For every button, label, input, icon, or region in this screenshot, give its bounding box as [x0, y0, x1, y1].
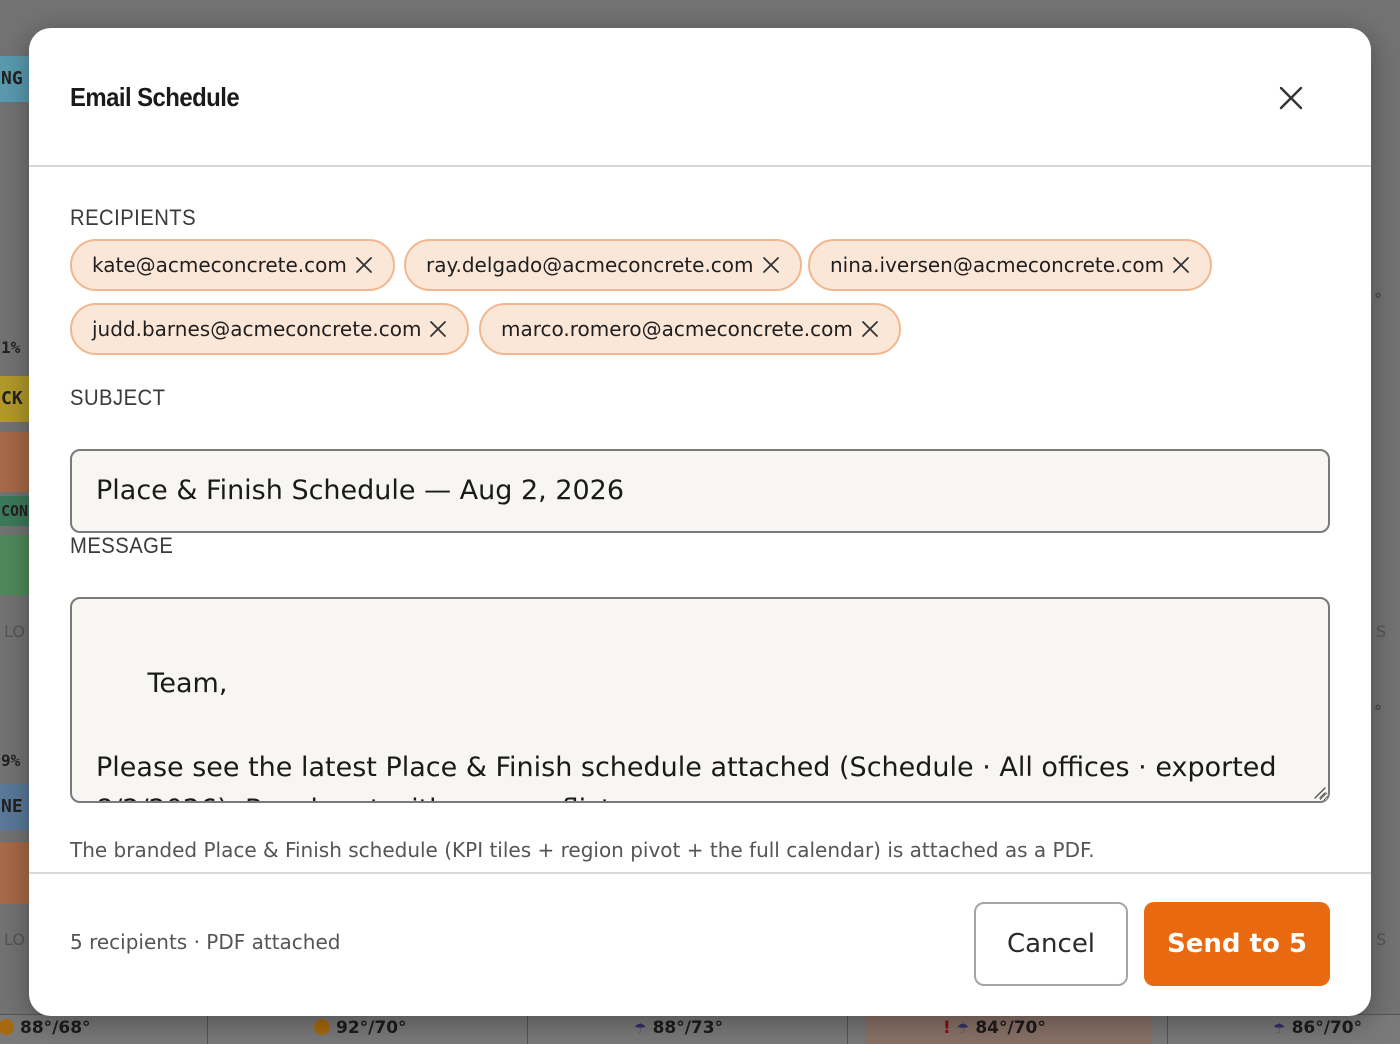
forecast-temp: 92°/70°	[314, 1018, 407, 1038]
background-chip: CK	[0, 376, 30, 422]
forecast-temp: ☂ 86°/70°	[1273, 1018, 1363, 1038]
remove-recipient-button[interactable]	[861, 320, 879, 338]
forecast-temp: 88°/68°	[0, 1018, 91, 1038]
subject-label: SUBJECT	[70, 385, 166, 410]
close-button[interactable]	[1277, 84, 1305, 112]
recipient-chip: ray.delgado@acmeconcrete.com	[404, 239, 802, 291]
background-mark: °	[1374, 702, 1382, 721]
message-textarea[interactable]: Team, Please see the latest Place & Fini…	[70, 597, 1330, 803]
background-forecast-row: 88°/68° 92°/70° ☂ 88°/73° ! ☂ 84°/70° ☂ 86°/…	[0, 1014, 1400, 1044]
cancel-button[interactable]: Cancel	[974, 902, 1128, 986]
recipient-email: kate@acmeconcrete.com	[92, 253, 347, 277]
recipient-email: marco.romero@acmeconcrete.com	[501, 317, 853, 341]
remove-recipient-icon	[430, 321, 447, 337]
message-text: Team, Please see the latest Place & Fini…	[96, 668, 1277, 801]
background-divider	[847, 1014, 848, 1044]
background-block	[0, 535, 30, 595]
remove-recipient-icon	[861, 321, 878, 337]
attachment-note: The branded Place & Finish schedule (KPI…	[70, 838, 1095, 862]
warning-icon: !	[943, 1018, 951, 1038]
background-left-column: NG 1% CK CON LO 9% NE LO	[0, 30, 30, 1014]
background-chip: CON	[0, 496, 30, 526]
resize-grip-icon[interactable]	[1310, 783, 1326, 799]
remove-recipient-button[interactable]	[762, 256, 780, 274]
recipient-chip: kate@acmeconcrete.com	[70, 239, 395, 291]
rain-icon: ☂	[634, 1021, 647, 1037]
forecast-temp: ☂ 88°/73°	[634, 1018, 724, 1038]
remove-recipient-button[interactable]	[429, 320, 447, 338]
background-percent: 9%	[1, 751, 21, 770]
close-icon	[1279, 86, 1303, 110]
background-divider	[207, 1014, 208, 1044]
recipient-chip: nina.iversen@acmeconcrete.com	[808, 239, 1213, 291]
background-right-column: ° S ° S	[1370, 30, 1400, 1014]
dialog-header: Email Schedule	[29, 28, 1371, 167]
message-label: MESSAGE	[70, 533, 174, 558]
background-block	[0, 432, 30, 492]
dialog-footer: 5 recipients · PDF attached Cancel Send …	[29, 872, 1371, 1016]
background-percent: 1%	[1, 338, 21, 357]
background-chip: NG	[0, 56, 30, 102]
sun-icon	[314, 1019, 330, 1035]
subject-input[interactable]: Place & Finish Schedule — Aug 2, 2026	[70, 449, 1330, 533]
recipient-chip: marco.romero@acmeconcrete.com	[479, 303, 901, 355]
remove-recipient-icon	[1173, 257, 1189, 273]
sun-icon	[0, 1019, 14, 1035]
remove-recipient-icon	[762, 257, 779, 273]
send-button[interactable]: Send to 5	[1144, 902, 1330, 986]
background-chip: NE	[0, 784, 30, 830]
rain-icon: ☂	[956, 1021, 970, 1037]
remove-recipient-icon	[355, 257, 372, 273]
background-divider	[1167, 1014, 1168, 1044]
email-schedule-dialog: Email Schedule RECIPIENTS kate@acmeconcr…	[29, 28, 1371, 1016]
rain-icon: ☂	[1273, 1021, 1286, 1037]
footer-status: 5 recipients · PDF attached	[70, 930, 341, 954]
background-mark: S	[1376, 930, 1387, 949]
forecast-temp: ! ☂ 84°/70°	[943, 1018, 1046, 1038]
recipient-email: ray.delgado@acmeconcrete.com	[426, 253, 754, 277]
remove-recipient-button[interactable]	[1172, 256, 1190, 274]
background-mark: °	[1374, 290, 1382, 309]
dialog-title: Email Schedule	[70, 82, 240, 112]
background-label: LO	[4, 930, 25, 949]
background-block	[0, 842, 30, 904]
background-mark: S	[1376, 622, 1387, 641]
recipient-email: nina.iversen@acmeconcrete.com	[830, 253, 1165, 277]
recipients-label: RECIPIENTS	[70, 205, 197, 230]
recipient-chip: judd.barnes@acmeconcrete.com	[70, 303, 470, 355]
remove-recipient-button[interactable]	[355, 256, 373, 274]
recipient-email: judd.barnes@acmeconcrete.com	[92, 317, 422, 341]
background-label: LO	[4, 622, 25, 641]
background-divider	[527, 1014, 528, 1044]
